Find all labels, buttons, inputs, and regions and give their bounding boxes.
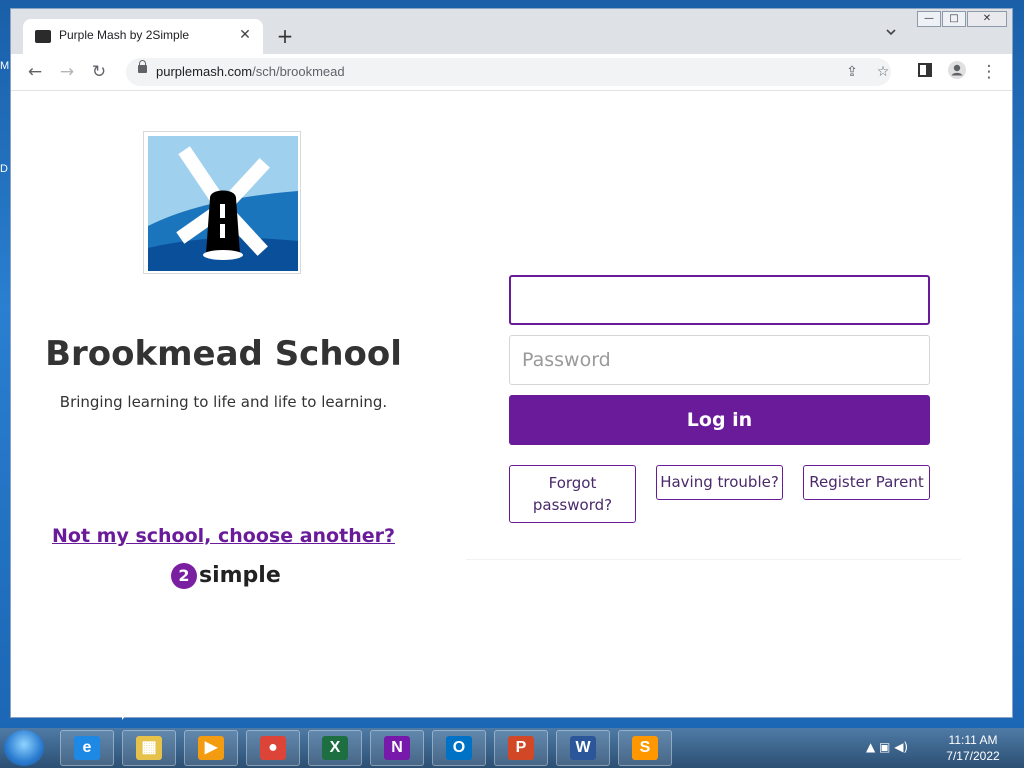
school-name: Brookmead School bbox=[45, 334, 402, 374]
school-logo bbox=[143, 131, 301, 274]
browser-window: Purple Mash by 2Simple ✕ + — □ ✕ ← → ↻ p… bbox=[10, 8, 1013, 718]
taskbar-app-excel[interactable]: X bbox=[308, 730, 362, 766]
divider bbox=[466, 559, 961, 560]
media-player-icon: ▶ bbox=[198, 736, 224, 760]
forward-button[interactable]: → bbox=[55, 60, 79, 84]
desktop-icon-label: M bbox=[0, 60, 10, 72]
brand-number: 2 bbox=[171, 563, 197, 589]
register-parent-button[interactable]: Register Parent bbox=[803, 465, 930, 500]
chrome-icon: ● bbox=[260, 736, 286, 760]
onenote-icon: N bbox=[384, 736, 410, 760]
choose-another-school-link[interactable]: Not my school, choose another? bbox=[11, 525, 436, 547]
system-tray[interactable]: ▲ ▣ ◀) bbox=[866, 740, 908, 754]
close-window-button[interactable]: ✕ bbox=[967, 11, 1007, 27]
mouse-cursor-icon bbox=[122, 702, 129, 720]
url-path: /sch/brookmead bbox=[252, 64, 345, 79]
taskbar-app-outlook[interactable]: O bbox=[432, 730, 486, 766]
desktop-icon-label: D bbox=[0, 163, 8, 175]
login-button[interactable]: Log in bbox=[509, 395, 930, 445]
file-explorer-icon: ▦ bbox=[136, 736, 162, 760]
close-tab-icon[interactable]: ✕ bbox=[235, 25, 255, 45]
school-tagline: Bringing learning to life and life to le… bbox=[59, 393, 388, 411]
brand-text: simple bbox=[199, 563, 281, 588]
browser-toolbar: ← → ↻ purplemash.com/sch/brookmead ⇪ ☆ ⋮ bbox=[11, 54, 1012, 91]
taskbar-app-chrome[interactable]: ● bbox=[246, 730, 300, 766]
outlook-icon: O bbox=[446, 736, 472, 760]
url-host: purplemash.com bbox=[156, 64, 253, 79]
excel-icon: X bbox=[322, 736, 348, 760]
start-button[interactable] bbox=[4, 730, 44, 766]
tab-purple-mash[interactable]: Purple Mash by 2Simple ✕ bbox=[23, 19, 263, 54]
bookmark-star-icon[interactable]: ☆ bbox=[872, 61, 894, 83]
taskbar-app-file-explorer[interactable]: ▦ bbox=[122, 730, 176, 766]
favicon-icon bbox=[35, 30, 51, 43]
sublime-text-icon: S bbox=[632, 736, 658, 760]
back-button[interactable]: ← bbox=[23, 60, 47, 84]
windmill-logo-icon bbox=[148, 136, 298, 271]
menu-kebab-icon[interactable]: ⋮ bbox=[977, 60, 1001, 84]
taskbar: e ▦ ▶ ● X N O P W S ▲ ▣ ◀) 11:11 AM 7/17/2022 bbox=[0, 728, 1024, 768]
url-text: purplemash.com/sch/brookmead bbox=[156, 64, 345, 79]
share-icon[interactable]: ⇪ bbox=[841, 61, 863, 83]
address-bar[interactable]: purplemash.com/sch/brookmead ⇪ ☆ bbox=[126, 58, 891, 86]
reload-button[interactable]: ↻ bbox=[87, 60, 111, 84]
clock[interactable]: 11:11 AM 7/17/2022 bbox=[936, 732, 1010, 764]
having-trouble-button[interactable]: Having trouble? bbox=[656, 465, 783, 500]
tab-title: Purple Mash by 2Simple bbox=[59, 28, 190, 42]
internet-explorer-icon: e bbox=[74, 736, 100, 760]
forgot-password-button[interactable]: Forgot password? bbox=[509, 465, 636, 523]
profile-avatar-icon[interactable] bbox=[945, 60, 969, 84]
maximize-button[interactable]: □ bbox=[942, 11, 966, 27]
taskbar-app-internet-explorer[interactable]: e bbox=[60, 730, 114, 766]
powerpoint-icon: P bbox=[508, 736, 534, 760]
login-page: Brookmead School Bringing learning to li… bbox=[11, 91, 1012, 717]
taskbar-app-powerpoint[interactable]: P bbox=[494, 730, 548, 766]
password-input[interactable] bbox=[509, 335, 930, 385]
tab-strip: Purple Mash by 2Simple ✕ + — □ ✕ bbox=[11, 9, 1012, 54]
clock-time: 11:11 AM bbox=[948, 733, 998, 747]
taskbar-app-media-player[interactable]: ▶ bbox=[184, 730, 238, 766]
username-input[interactable] bbox=[509, 275, 930, 325]
taskbar-app-word[interactable]: W bbox=[556, 730, 610, 766]
taskbar-app-onenote[interactable]: N bbox=[370, 730, 424, 766]
side-panel-icon[interactable] bbox=[913, 60, 937, 84]
tab-search-chevron-icon[interactable] bbox=[885, 26, 905, 46]
taskbar-app-sublime-text[interactable]: S bbox=[618, 730, 672, 766]
clock-date: 7/17/2022 bbox=[946, 749, 1000, 763]
new-tab-button[interactable]: + bbox=[273, 24, 297, 48]
minimize-button[interactable]: — bbox=[917, 11, 941, 27]
lock-icon[interactable] bbox=[138, 60, 147, 73]
word-icon: W bbox=[570, 736, 596, 760]
